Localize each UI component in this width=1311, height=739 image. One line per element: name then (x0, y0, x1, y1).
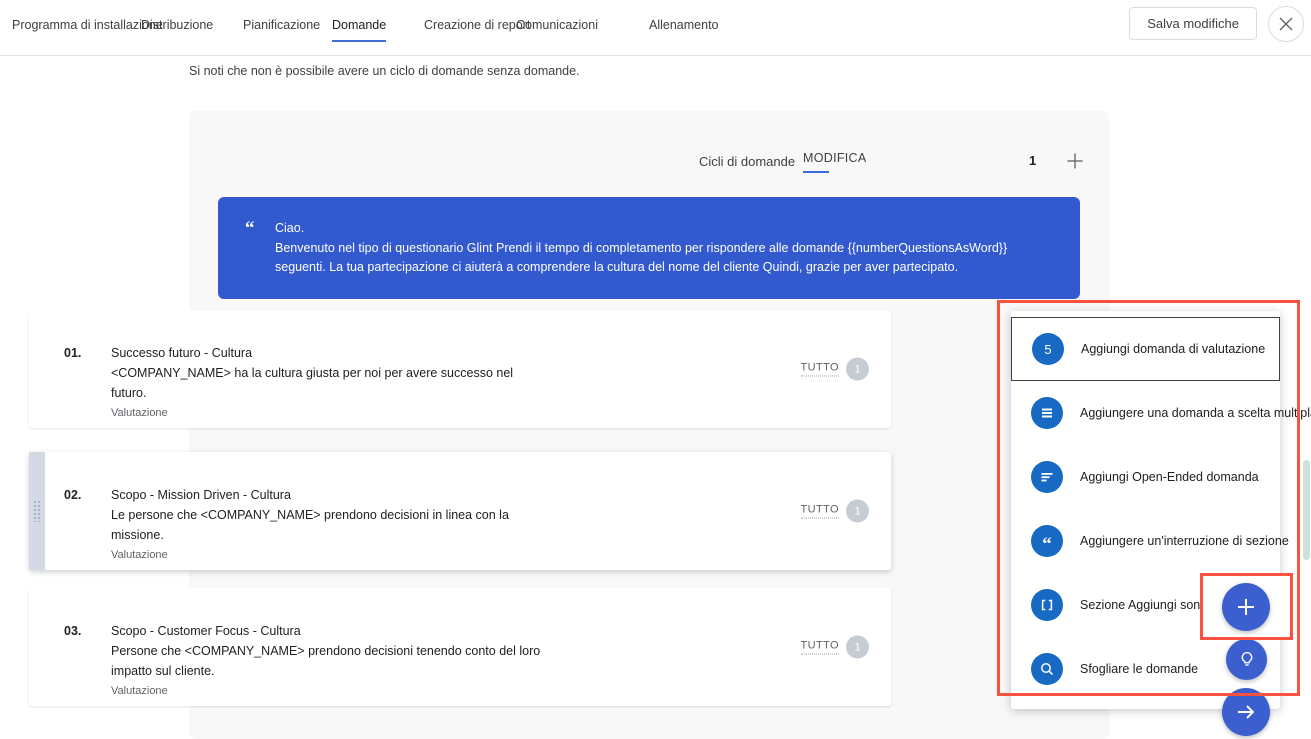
menu-item-0[interactable]: 5 Aggiungi domanda di valutazione (1011, 317, 1280, 381)
question-text-line-2: impatto sul cliente. (111, 664, 215, 678)
question-text-line-1: Persone che <COMPANY_NAME> prendono deci… (111, 644, 541, 658)
question-text-line-1: Le persone che <COMPANY_NAME> prendono d… (111, 508, 509, 522)
nav-tab-4[interactable]: Creazione di report (424, 18, 530, 42)
menu-item-label: Sfogliare le domande (1080, 662, 1199, 676)
question-type: Valutazione (111, 549, 168, 561)
open-ended-icon (1031, 461, 1063, 493)
quote-icon: “ (1031, 525, 1063, 557)
scope-count-badge: 1 (846, 499, 869, 523)
welcome-banner: “ Ciao. Benvenuto nel tipo di questionari… (218, 197, 1080, 299)
search-icon (1041, 663, 1054, 676)
question-title: Successo futuro - Cultura (111, 346, 253, 360)
arrow-right-icon (1238, 705, 1255, 719)
banner-line: Benvenuto nel tipo di questionario Glint… (275, 240, 1008, 255)
question-card[interactable]: 03. Scopo - Customer Focus - Cultura Perso… (29, 588, 891, 706)
banner-line: Ciao. (275, 221, 305, 235)
add-question-fab[interactable] (1222, 583, 1270, 631)
question-type: Valutazione (111, 407, 168, 419)
menu-item-label: Aggiungi Open-Ended domanda (1080, 470, 1259, 484)
tips-fab[interactable] (1226, 639, 1267, 680)
scope-label[interactable]: TUTTO (800, 504, 839, 519)
question-type: Valutazione (111, 685, 168, 697)
nav-tab-5[interactable]: Comunicazioni (516, 18, 598, 42)
close-icon[interactable] (1268, 6, 1304, 42)
question-body: Scopo - Mission Driven - Cultura Le perso… (111, 485, 671, 563)
nav-tab-2[interactable]: Pianificazione (243, 18, 320, 42)
banner-text: Ciao. Benvenuto nel tipo di questionario … (275, 219, 1054, 278)
scope-label[interactable]: TUTTO (800, 362, 839, 377)
quote-icon: “ (245, 218, 255, 239)
next-fab[interactable] (1222, 688, 1270, 736)
scrollbar-thumb[interactable] (1303, 460, 1310, 560)
cycle-count: 1 (1029, 153, 1037, 168)
number-five-icon: 5 (1044, 341, 1052, 357)
menu-item-label: Aggiungere un'interruzione di sezione (1080, 534, 1289, 548)
brackets-icon (1031, 589, 1063, 621)
list-lines-icon (1031, 397, 1063, 429)
nav-tab-3[interactable]: Domande (332, 18, 387, 42)
edit-cycles-tab[interactable]: MODIFICA (803, 151, 867, 173)
app-root: Programma di installazione Distribuzione P… (0, 0, 1311, 739)
scope-count-badge: 1 (846, 357, 869, 381)
cycles-label: Cicli di domande (699, 154, 796, 169)
banner-line: seguenti. La tua partecipazione ci aiute… (275, 260, 959, 274)
drag-handle-icon[interactable] (33, 500, 41, 522)
question-number: 03. (64, 624, 82, 638)
page-scrollbar[interactable] (1302, 56, 1311, 739)
question-number: 02. (64, 488, 82, 502)
menu-item-label: Aggiungi domanda di valutazione (1081, 342, 1266, 356)
question-body: Scopo - Customer Focus - Cultura Persone … (111, 621, 671, 699)
brackets-icon (1041, 599, 1053, 611)
save-changes-button[interactable]: Salva modifiche (1129, 7, 1257, 40)
question-text-line-1: <COMPANY_NAME> ha la cultura giusta per … (111, 366, 514, 380)
list-lines-icon (1042, 408, 1052, 418)
question-title: Scopo - Mission Driven - Cultura (111, 488, 291, 502)
drag-strip[interactable] (29, 452, 45, 570)
page-notice: Si noti che non è possibile avere un cic… (189, 64, 580, 78)
menu-item-3[interactable]: “ Aggiungere un'interruzione di sezione (1011, 509, 1289, 573)
question-card[interactable]: 01. Successo futuro - Cultura <COMPANY_NAM… (29, 310, 891, 428)
search-icon (1031, 653, 1063, 685)
question-text-line-2: futuro. (111, 386, 147, 400)
top-navigation-bar: Programma di installazione Distribuzione P… (0, 0, 1311, 56)
question-scope: TUTTO 1 (800, 499, 869, 523)
menu-item-1[interactable]: Aggiungere una domanda a scelta multipla (1011, 381, 1311, 445)
question-title: Scopo - Customer Focus - Cultura (111, 624, 301, 638)
plus-icon (1238, 599, 1254, 615)
quote-icon: “ (1042, 533, 1052, 555)
number-five-icon: 5 (1032, 333, 1064, 365)
lightbulb-icon (1241, 651, 1252, 666)
question-number: 01. (64, 346, 82, 360)
question-scope: TUTTO 1 (800, 635, 869, 659)
plus-icon[interactable] (1058, 144, 1092, 178)
question-scope: TUTTO 1 (800, 357, 869, 381)
menu-item-label: Aggiungere una domanda a scelta multipla (1080, 406, 1311, 420)
nav-tab-1[interactable]: Distribuzione (141, 18, 213, 42)
open-ended-icon (1041, 473, 1053, 482)
nav-tab-6[interactable]: Allenamento (649, 18, 719, 42)
question-text-line-2: missione. (111, 528, 164, 542)
menu-item-2[interactable]: Aggiungi Open-Ended domanda (1011, 445, 1280, 509)
question-cycles-header: Cicli di domande MODIFICA 1 (189, 141, 1109, 189)
scope-label[interactable]: TUTTO (800, 640, 839, 655)
scope-count-badge: 1 (846, 635, 869, 659)
question-body: Successo futuro - Cultura <COMPANY_NAME> … (111, 343, 671, 421)
question-card[interactable]: 02. Scopo - Mission Driven - Cultura Le pe… (29, 452, 891, 570)
